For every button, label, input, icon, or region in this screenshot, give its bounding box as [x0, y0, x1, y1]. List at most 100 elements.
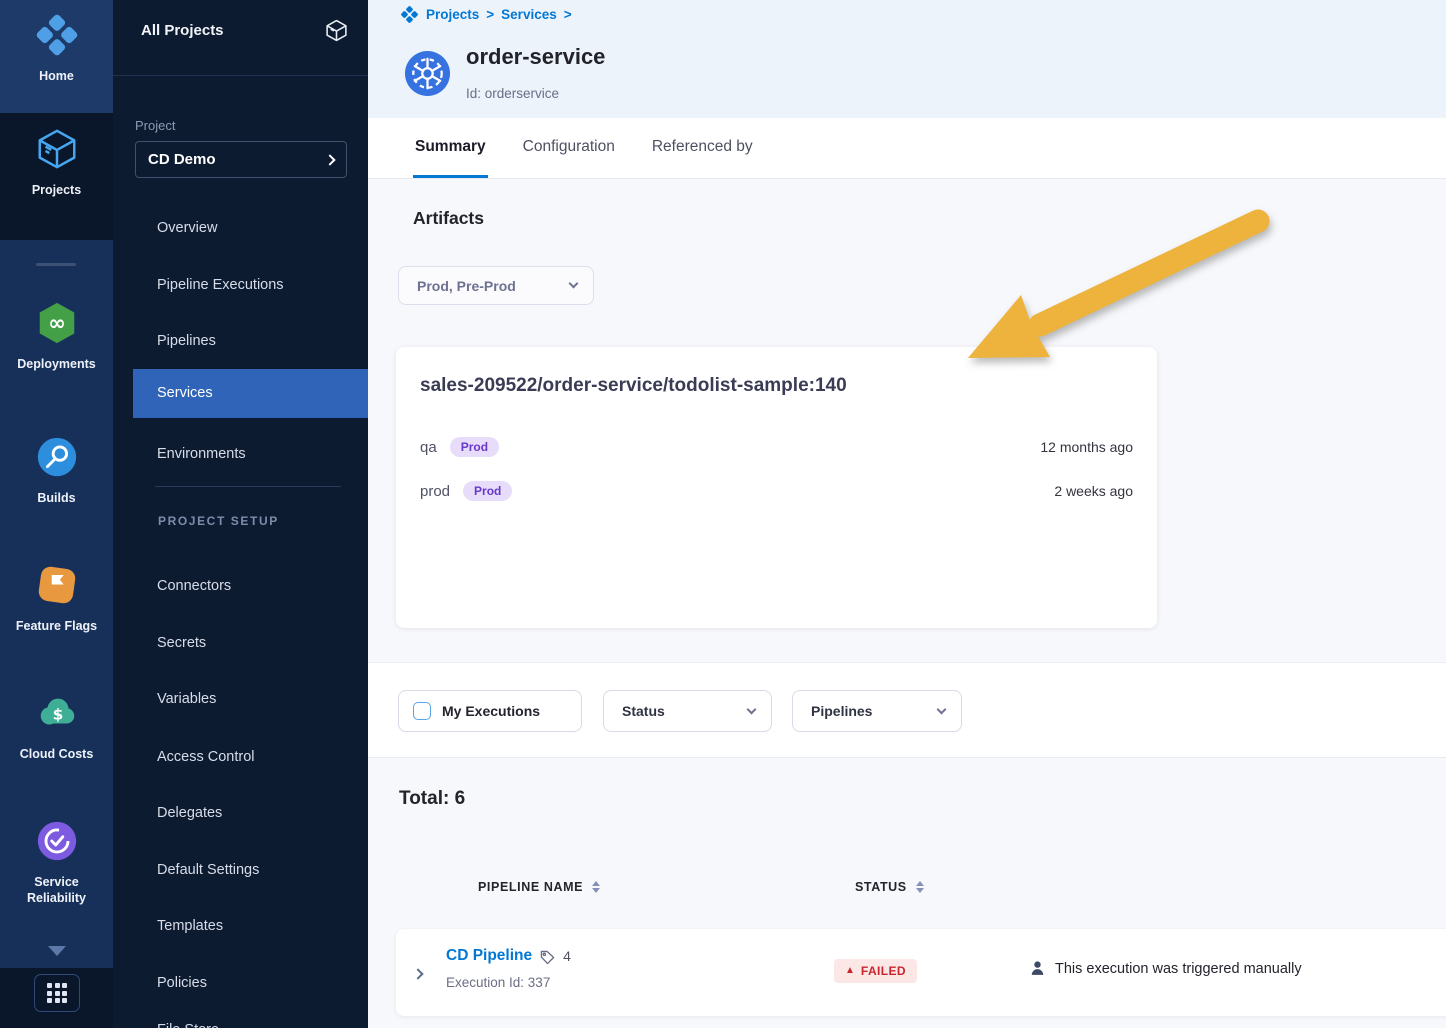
my-executions-checkbox[interactable] — [413, 702, 431, 720]
module-switcher-button[interactable] — [34, 974, 80, 1012]
sidebar-item-services[interactable]: Services — [133, 369, 368, 418]
sidebar-divider — [113, 75, 368, 76]
sidebar-item-file-store[interactable]: File Store — [157, 1022, 219, 1028]
page-title: order-service — [466, 44, 605, 70]
status-filter-label: Status — [622, 703, 748, 719]
artifact-env-row: prod Prod 2 weeks ago — [420, 479, 1133, 503]
rail-collapse-chevron-icon[interactable] — [48, 946, 66, 956]
tag-icon — [540, 950, 555, 965]
feature-flags-icon — [34, 562, 80, 613]
rail-label: Deployments — [9, 357, 105, 373]
sidebar-item-default-settings[interactable]: Default Settings — [113, 856, 368, 884]
rail-item-feature-flags[interactable]: Feature Flags — [0, 562, 113, 635]
status-filter-dropdown[interactable]: Status — [603, 690, 772, 732]
executions-filter-bar: My Executions Status Pipelines — [368, 662, 1446, 758]
status-badge: ▲ FAILED — [834, 959, 917, 983]
column-header-pipeline-name[interactable]: PIPELINE NAME — [478, 880, 600, 894]
expand-chevron-icon[interactable] — [414, 965, 422, 983]
rail-label: Home — [9, 69, 105, 85]
status-text: FAILED — [861, 964, 906, 978]
rail-label: Service Reliability — [9, 875, 105, 906]
artifact-card: sales-209522/order-service/todolist-samp… — [396, 347, 1157, 628]
svg-text:∞: ∞ — [48, 310, 66, 335]
sidebar-item-policies[interactable]: Policies — [113, 969, 368, 997]
page-header: Projects > Services > order-service Id: … — [368, 0, 1446, 118]
breadcrumb-separator: > — [564, 7, 572, 22]
harness-home-icon — [34, 12, 80, 63]
deployments-icon: ∞ — [34, 300, 80, 351]
app-window: Home Projects ∞ Deployments Builds — [0, 0, 1446, 1028]
trigger-info: This execution was triggered manually — [1029, 960, 1302, 977]
executions-table-header: PIPELINE NAME STATUS — [368, 880, 1446, 900]
column-header-status[interactable]: STATUS — [855, 880, 924, 894]
rail-label: Builds — [9, 491, 105, 507]
execution-id: Execution Id: 337 — [446, 975, 550, 990]
total-count: Total: 6 — [399, 788, 465, 810]
project-selector[interactable]: CD Demo — [135, 141, 347, 178]
sidebar-item-templates[interactable]: Templates — [113, 912, 368, 940]
artifacts-heading: Artifacts — [413, 208, 484, 229]
svg-text:$: $ — [52, 706, 63, 724]
breadcrumb-separator: > — [486, 7, 494, 22]
breadcrumb-projects[interactable]: Projects — [426, 7, 479, 22]
rail-label: Projects — [9, 183, 105, 199]
projects-cube-icon — [34, 126, 80, 177]
env-type-badge: Prod — [463, 481, 512, 501]
sidebar-item-delegates[interactable]: Delegates — [113, 799, 368, 827]
sort-icon — [916, 881, 924, 893]
pipelines-filter-dropdown[interactable]: Pipelines — [792, 690, 962, 732]
artifact-env-row: qa Prod 12 months ago — [420, 435, 1133, 459]
env-filter-dropdown[interactable]: Prod, Pre-Prod — [398, 266, 594, 305]
sidebar-item-label: Services — [157, 369, 213, 418]
sidebar-item-connectors[interactable]: Connectors — [113, 572, 368, 600]
service-id: Id: orderservice — [466, 86, 559, 101]
warning-triangle-icon: ▲ — [845, 966, 855, 976]
rail-item-projects[interactable]: Projects — [0, 126, 113, 199]
rail-divider — [36, 263, 76, 266]
rail-item-deployments[interactable]: ∞ Deployments — [0, 300, 113, 373]
project-cube-icon[interactable] — [324, 18, 349, 48]
my-executions-toggle[interactable]: My Executions — [398, 690, 582, 732]
rail-item-service-reliability[interactable]: Service Reliability — [0, 818, 113, 906]
sidebar-divider — [155, 486, 341, 487]
module-rail: Home Projects ∞ Deployments Builds — [0, 0, 113, 1028]
my-executions-label: My Executions — [442, 703, 540, 719]
tab-configuration[interactable]: Configuration — [521, 118, 617, 178]
breadcrumb-services[interactable]: Services — [501, 7, 557, 22]
pipelines-filter-label: Pipelines — [811, 703, 938, 719]
builds-icon — [34, 434, 80, 485]
rail-item-cloud-costs[interactable]: $ Cloud Costs — [0, 690, 113, 763]
sidebar-item-pipeline-executions[interactable]: Pipeline Executions — [113, 271, 368, 299]
tab-bar: Summary Configuration Referenced by — [368, 118, 1446, 179]
sidebar-item-overview[interactable]: Overview — [113, 214, 368, 242]
rail-label: Cloud Costs — [9, 747, 105, 763]
sidebar-item-variables[interactable]: Variables — [113, 685, 368, 713]
tab-summary[interactable]: Summary — [413, 118, 488, 178]
pipeline-name-link[interactable]: CD Pipeline — [446, 947, 532, 965]
all-projects-link[interactable]: All Projects — [141, 22, 224, 39]
trigger-text: This execution was triggered manually — [1055, 961, 1302, 977]
project-sidebar: All Projects Project CD Demo Overview Pi… — [113, 0, 368, 1028]
execution-row[interactable]: CD Pipeline 4 Execution Id: 337 ▲ FAILED… — [396, 929, 1446, 1016]
harness-logo-icon — [400, 5, 419, 24]
project-setup-heading: PROJECT SETUP — [158, 514, 279, 528]
rail-item-home[interactable]: Home — [0, 12, 113, 85]
deploy-time: 2 weeks ago — [1054, 483, 1133, 499]
sidebar-item-environments[interactable]: Environments — [113, 440, 368, 468]
person-icon — [1029, 960, 1046, 977]
rail-label: Feature Flags — [9, 619, 105, 635]
sidebar-item-access-control[interactable]: Access Control — [113, 743, 368, 771]
env-type-badge: Prod — [450, 437, 499, 457]
kubernetes-icon — [404, 50, 451, 102]
env-filter-value: Prod, Pre-Prod — [417, 278, 570, 294]
pipeline-name-line: CD Pipeline 4 — [446, 947, 571, 965]
tab-referenced-by[interactable]: Referenced by — [650, 118, 755, 178]
rail-item-builds[interactable]: Builds — [0, 434, 113, 507]
sidebar-item-pipelines[interactable]: Pipelines — [113, 327, 368, 355]
chevron-right-icon — [324, 154, 335, 165]
column-label: PIPELINE NAME — [478, 880, 583, 894]
env-name: prod — [420, 483, 450, 500]
project-name: CD Demo — [148, 151, 326, 168]
sidebar-item-secrets[interactable]: Secrets — [113, 629, 368, 657]
breadcrumb: Projects > Services > — [400, 5, 572, 24]
